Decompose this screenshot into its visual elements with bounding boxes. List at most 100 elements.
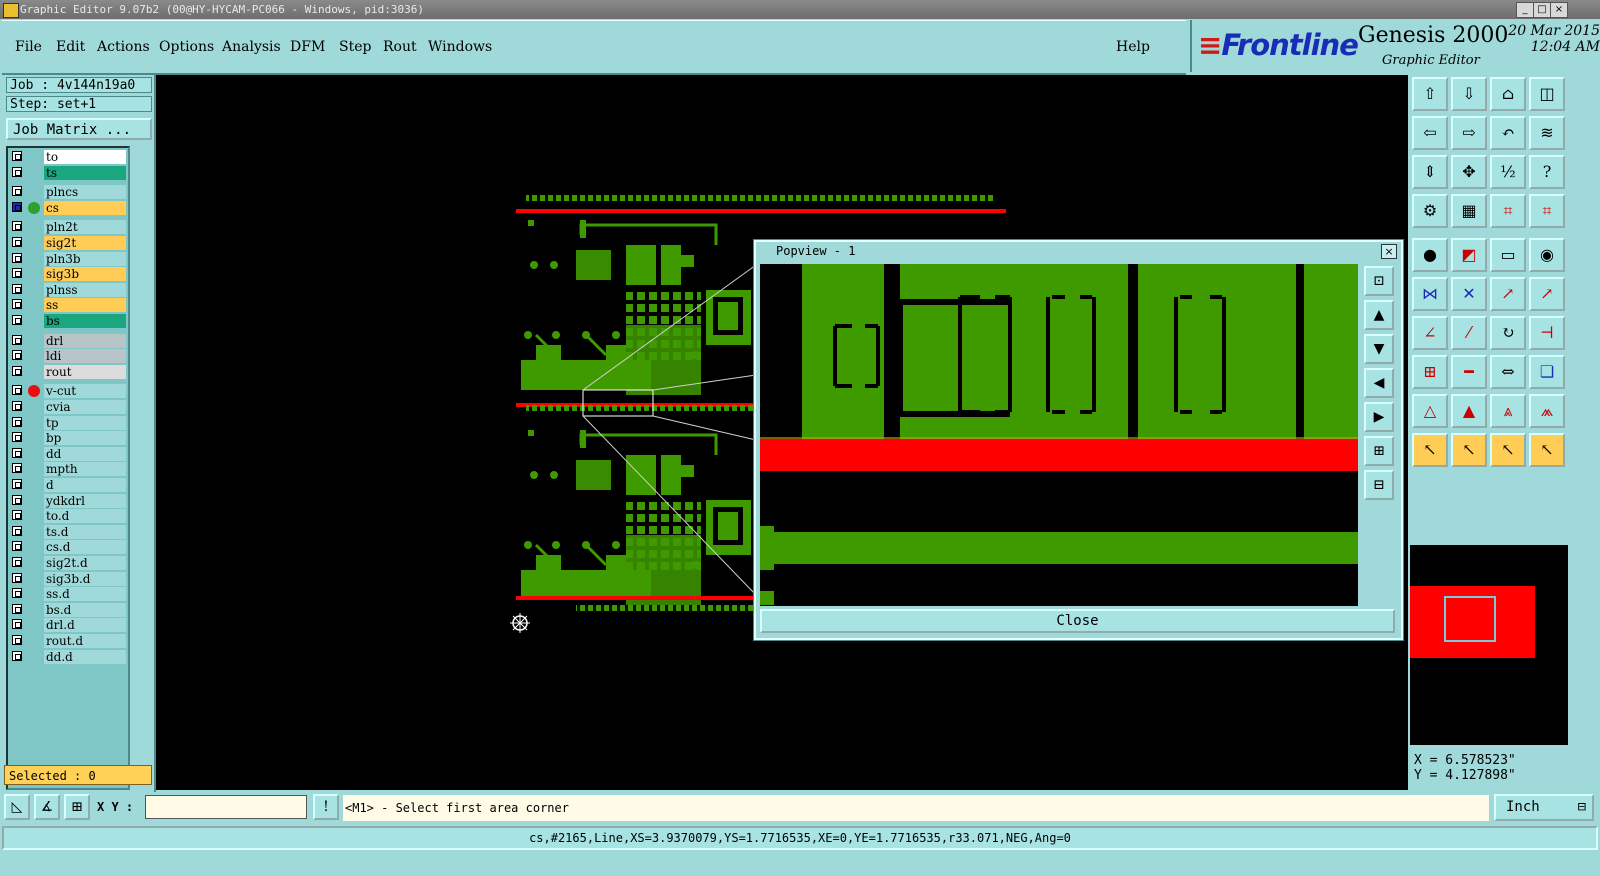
stretch-icon[interactable]: ⇔	[1490, 355, 1526, 389]
net-icon[interactable]: ⌗	[1490, 194, 1526, 228]
layer-checkbox[interactable]	[12, 463, 22, 474]
layer-checkbox[interactable]	[12, 315, 22, 325]
layer-row-pln3b[interactable]: pln3b	[10, 251, 126, 266]
menu-help[interactable]: Help	[1116, 39, 1150, 55]
arc3-icon[interactable]: ⩓	[1490, 394, 1526, 428]
ratio-icon[interactable]: ½	[1490, 155, 1526, 189]
layer-row-v-cut[interactable]: v-cut	[10, 384, 126, 399]
popview-right-icon[interactable]: ▶	[1364, 402, 1394, 432]
measure-icon[interactable]: ◩	[1451, 238, 1487, 272]
layer-row-pln2t[interactable]: pln2t	[10, 220, 126, 235]
layer-row-ts[interactable]: ts	[10, 165, 126, 180]
connect-icon[interactable]: ⋈	[1412, 277, 1448, 311]
layer-row-bs[interactable]: bs	[10, 314, 126, 328]
home-icon[interactable]: ⌂	[1490, 77, 1526, 111]
layer-row-sig2t[interactable]: sig2t	[10, 236, 126, 250]
line-edit-icon[interactable]: ↗	[1529, 277, 1565, 311]
layer-checkbox[interactable]	[12, 541, 22, 552]
snap-icon[interactable]: ◺	[4, 794, 30, 820]
angle-icon[interactable]: ∠	[1412, 316, 1448, 350]
settings-icon[interactable]: ⚙	[1412, 194, 1448, 228]
job-matrix-button[interactable]: Job Matrix ...	[6, 118, 152, 140]
layer-checkbox[interactable]	[12, 166, 22, 177]
move-icon[interactable]: ⊞	[1412, 355, 1448, 389]
pointer-select-icon[interactable]: ↖	[1451, 433, 1487, 467]
layer-row-to-d[interactable]: to.d	[10, 509, 126, 524]
layer-checkbox[interactable]	[12, 447, 22, 458]
grid-snap-icon[interactable]: ⊞	[64, 794, 90, 820]
layer-checkbox[interactable]	[12, 619, 22, 630]
fit-all-icon[interactable]: ✥	[1451, 155, 1487, 189]
copy-icon[interactable]: ❏	[1529, 355, 1565, 389]
layer-row-to[interactable]: to	[10, 150, 126, 164]
layer-row-bp[interactable]: bp	[10, 431, 126, 446]
line-add-icon[interactable]: ↗	[1490, 277, 1526, 311]
layer-row-rout[interactable]: rout	[10, 364, 126, 379]
menu-options[interactable]: Options	[159, 39, 214, 55]
popview-up-icon[interactable]: ▲	[1364, 300, 1394, 330]
layer-row-cvia[interactable]: cvia	[10, 400, 126, 414]
pad-add-icon[interactable]: ●	[1412, 238, 1448, 272]
layer-row-mpth[interactable]: mpth	[10, 462, 126, 477]
overview-map[interactable]	[1410, 545, 1568, 745]
layer-row-sig2t-d[interactable]: sig2t.d	[10, 556, 126, 570]
layer-row-rout-d[interactable]: rout.d	[10, 634, 126, 648]
popview-zoom-fit-icon[interactable]: ⊡	[1364, 266, 1394, 296]
layer-checkbox[interactable]	[12, 299, 22, 310]
menu-dfm[interactable]: DFM	[290, 39, 325, 55]
menu-edit[interactable]: Edit	[56, 39, 85, 55]
popview-close-icon[interactable]: ×	[1381, 244, 1397, 259]
layer-checkbox[interactable]	[12, 416, 22, 427]
slash-icon[interactable]: ⁄	[1451, 316, 1487, 350]
arc2-icon[interactable]: ▲	[1451, 394, 1487, 428]
layer-checkbox[interactable]	[12, 588, 22, 599]
popview-close-button[interactable]: Close	[760, 609, 1395, 633]
menu-step[interactable]: Step	[339, 39, 371, 55]
xy-input[interactable]	[145, 795, 307, 819]
pan-right-icon[interactable]: ⇨	[1451, 116, 1487, 150]
alert-icon[interactable]: !	[313, 794, 339, 820]
layer-checkbox[interactable]	[12, 365, 22, 376]
layer-row-ss-d[interactable]: ss.d	[10, 587, 126, 602]
pan-left-icon[interactable]: ⇦	[1412, 116, 1448, 150]
layer-checkbox[interactable]	[12, 350, 22, 361]
popview-zoom-out-icon[interactable]: ⊟	[1364, 470, 1394, 500]
close-window-button[interactable]: ×	[1550, 2, 1568, 18]
arc4-icon[interactable]: ⩕	[1529, 394, 1565, 428]
grid-icon[interactable]: ▦	[1451, 194, 1487, 228]
layer-checkbox[interactable]	[12, 283, 22, 294]
layer-checkbox[interactable]	[12, 186, 22, 197]
angle-snap-icon[interactable]: ∡	[34, 794, 60, 820]
layer-row-cs-d[interactable]: cs.d	[10, 540, 126, 555]
layer-checkbox[interactable]	[12, 334, 22, 345]
layer-checkbox[interactable]	[12, 635, 22, 645]
help-icon[interactable]: ?	[1529, 155, 1565, 189]
pan-down-icon[interactable]: ⇩	[1451, 77, 1487, 111]
popview-down-icon[interactable]: ▼	[1364, 334, 1394, 364]
layer-row-drl-d[interactable]: drl.d	[10, 618, 126, 633]
popview-zoom-in-icon[interactable]: ⊞	[1364, 436, 1394, 466]
undo-view-icon[interactable]: ↶	[1490, 116, 1526, 150]
net-analyze-icon[interactable]: ⌗	[1529, 194, 1565, 228]
layer-row-ts-d[interactable]: ts.d	[10, 524, 126, 539]
unit-selector[interactable]: Inch ⊟	[1494, 794, 1594, 821]
circle-select-icon[interactable]: ◉	[1529, 238, 1565, 272]
layer-checkbox[interactable]	[12, 479, 22, 489]
pointer-area-icon[interactable]: ↖	[1490, 433, 1526, 467]
layer-row-ss[interactable]: ss	[10, 298, 126, 313]
layer-row-drl[interactable]: drl	[10, 333, 126, 348]
layer-checkbox[interactable]	[12, 151, 22, 161]
layer-row-dd[interactable]: dd	[10, 446, 126, 461]
layer-checkbox[interactable]	[12, 201, 22, 212]
layer-checkbox[interactable]	[12, 221, 22, 232]
popview-left-icon[interactable]: ◀	[1364, 368, 1394, 398]
pointer-net-icon[interactable]: ↖	[1529, 433, 1565, 467]
layer-checkbox[interactable]	[12, 572, 22, 583]
layer-checkbox[interactable]	[12, 385, 22, 396]
restore-button[interactable]: □	[1533, 2, 1551, 18]
layer-checkbox[interactable]	[12, 252, 22, 263]
menu-actions[interactable]: Actions	[97, 39, 150, 55]
menu-rout[interactable]: Rout	[383, 39, 417, 55]
layer-row-ldi[interactable]: ldi	[10, 349, 126, 364]
layer-row-dd-d[interactable]: dd.d	[10, 649, 126, 664]
